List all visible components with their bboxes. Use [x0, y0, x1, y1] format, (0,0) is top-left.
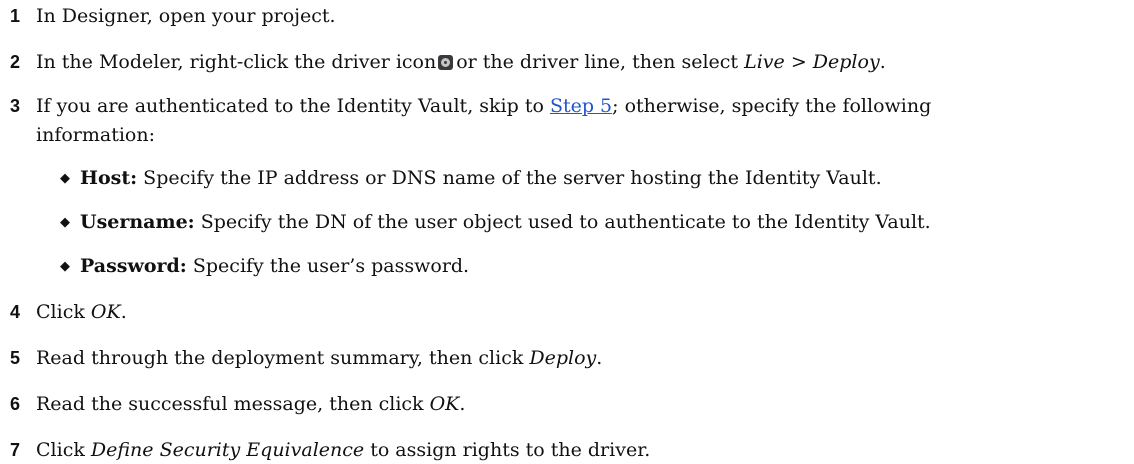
step-text: Click OK. — [36, 301, 127, 323]
step-5-link[interactable]: Step 5 — [550, 95, 612, 117]
step-text-end: . — [120, 301, 127, 323]
step-text-part: Click — [36, 301, 85, 323]
step-text-end: . — [459, 393, 466, 415]
step-text-part: or the driver line, then select — [456, 51, 739, 73]
diamond-bullet-icon: ◆ — [60, 259, 70, 274]
step-number: 6 — [10, 394, 21, 414]
step-text: In Designer, open your project. — [36, 5, 336, 27]
step-text-part: In the Modeler, right-click the driver i… — [36, 51, 437, 73]
step-1: 1 In Designer, open your project. — [10, 3, 1125, 30]
step-number: 7 — [10, 440, 21, 460]
step-5: 5 Read through the deployment summary, th… — [10, 345, 1125, 372]
step-number: 5 — [10, 348, 21, 368]
step-text-end: . — [879, 51, 886, 73]
step-3: 3 If you are authenticated to the Identit… — [10, 93, 1125, 120]
step-number: 4 — [10, 302, 21, 322]
step-text-part: Read through the deployment summary, the… — [36, 347, 524, 369]
bullet-item-password: ◆ Password: Specify the user’s password. — [60, 253, 469, 280]
step-text: Read the successful message, then click … — [36, 393, 465, 415]
deploy-label: Deploy — [529, 347, 597, 369]
step-text-part: Click — [36, 439, 85, 461]
bullet-text: Specify the DN of the user object used t… — [200, 211, 931, 233]
step-text: Click Define Security Equivalence to ass… — [36, 439, 650, 461]
step-text-end: . — [596, 347, 603, 369]
step-7: 7 Click Define Security Equivalence to as… — [10, 437, 1125, 464]
diamond-bullet-icon: ◆ — [60, 215, 70, 230]
step-number: 2 — [10, 52, 21, 72]
driver-icon — [438, 55, 454, 70]
step-text-part: to assign rights to the driver. — [370, 439, 651, 461]
bullet-text: Specify the user’s password. — [192, 255, 470, 277]
step-6: 6 Read the successful message, then click… — [10, 391, 1125, 418]
bullet-label: Host: — [80, 167, 138, 189]
step-3-continuation: information: — [36, 124, 156, 146]
diamond-bullet-icon: ◆ — [60, 171, 70, 186]
step-2: 2 In the Modeler, right-click the driver … — [10, 49, 1125, 76]
bullet-item-host: ◆ Host: Specify the IP address or DNS nam… — [60, 165, 882, 192]
step-text: In the Modeler, right-click the driver i… — [36, 51, 886, 73]
bullet-label: Password: — [80, 255, 187, 277]
step-number: 1 — [10, 6, 21, 26]
bullet-text: Specify the IP address or DNS name of th… — [143, 167, 882, 189]
procedure-steps: 1 In Designer, open your project. 2 In the… — [0, 0, 1134, 464]
step-text-part: Read the successful message, then click — [36, 393, 424, 415]
ok-label: OK — [90, 301, 121, 323]
step-text: Read through the deployment summary, the… — [36, 347, 602, 369]
step-text-part: ; otherwise, specify the following — [612, 95, 932, 117]
define-security-equivalence-label: Define Security Equivalence — [90, 439, 365, 461]
bullet-label: Username: — [80, 211, 195, 233]
menu-path-deploy: Deploy — [812, 51, 880, 73]
ok-label: OK — [429, 393, 460, 415]
step-text: If you are authenticated to the Identity… — [36, 95, 931, 117]
menu-path-live: Live — [744, 51, 785, 73]
menu-separator: > — [790, 51, 807, 73]
step-4: 4 Click OK. — [10, 299, 1125, 326]
bullet-item-username: ◆ Username: Specify the DN of the user ob… — [60, 209, 931, 236]
step-number: 3 — [10, 96, 21, 116]
step-text-part: If you are authenticated to the Identity… — [36, 95, 544, 117]
